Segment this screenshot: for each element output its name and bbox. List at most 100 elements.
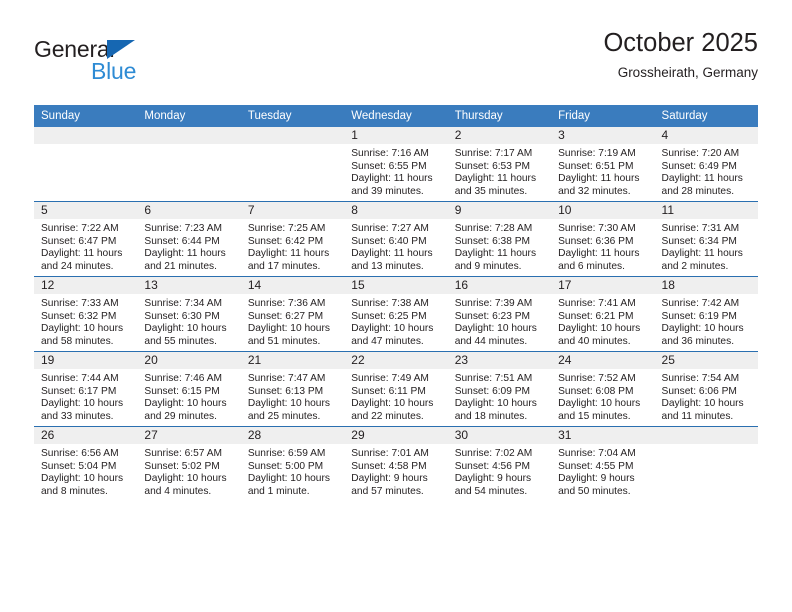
calendar-day-cell[interactable]: 5 Sunrise: 7:22 AM Sunset: 6:47 PM Daylight… [34, 201, 138, 277]
day-number: 27 [137, 427, 241, 444]
daylight-text-line1: Daylight: 10 hours [558, 398, 641, 410]
calendar-day-cell[interactable]: 20 Sunrise: 7:46 AM Sunset: 6:15 PM Dayligh… [137, 351, 241, 427]
daylight-text-line2: and 13 minutes. [351, 260, 424, 272]
day-cell-inner: 10 Sunrise: 7:30 AM Sunset: 6:36 PM Dayligh… [551, 202, 655, 276]
daylight-text-line1: Daylight: 11 hours [247, 248, 330, 260]
daylight-text-line1: Daylight: 11 hours [351, 248, 433, 260]
calendar-day-cell[interactable]: 14 Sunrise: 7:36 AM Sunset: 6:27 PM Dayligh… [240, 276, 345, 352]
calendar-day-cell[interactable]: 29 Sunrise: 7:01 AM Sunset: 4:58 PM Dayligh… [344, 426, 448, 501]
sunset-text: Sunset: 6:30 PM [144, 310, 220, 322]
day-cell-inner: 9 Sunrise: 7:28 AM Sunset: 6:38 PM Daylight… [447, 202, 552, 276]
calendar-day-cell[interactable]: 15 Sunrise: 7:38 AM Sunset: 6:25 PM Dayligh… [344, 276, 448, 352]
day-cell-inner: 19 Sunrise: 7:44 AM Sunset: 6:17 PM Dayligh… [34, 352, 138, 426]
weekday-header-sunday: Sunday [34, 105, 138, 127]
daylight-text-line2: and 22 minutes. [351, 410, 424, 422]
daylight-text-line2: and 35 minutes. [454, 185, 528, 197]
daylight-text-line1: Daylight: 10 hours [41, 473, 124, 485]
daylight-text-line2: and 11 minutes. [661, 410, 734, 422]
calendar-day-cell[interactable]: 18 Sunrise: 7:42 AM Sunset: 6:19 PM Dayligh… [654, 276, 758, 352]
calendar-day-cell[interactable]: 22 Sunrise: 7:49 AM Sunset: 6:11 PM Dayligh… [344, 351, 448, 427]
calendar-day-cell[interactable]: 21 Sunrise: 7:47 AM Sunset: 6:13 PM Dayligh… [240, 351, 345, 427]
calendar-day-cell[interactable]: 12 Sunrise: 7:33 AM Sunset: 6:32 PM Dayligh… [34, 276, 138, 352]
day-details: Sunrise: 7:51 AM Sunset: 6:09 PM Daylight:… [448, 369, 551, 423]
day-details: Sunrise: 7:49 AM Sunset: 6:11 PM Daylight:… [344, 369, 447, 423]
day-number: 25 [654, 352, 758, 369]
weekday-header-wednesday: Wednesday [344, 105, 448, 127]
calendar-day-cell[interactable]: 26 Sunrise: 6:56 AM Sunset: 5:04 PM Dayligh… [34, 426, 138, 501]
calendar-day-cell[interactable]: 8 Sunrise: 7:27 AM Sunset: 6:40 PM Daylight… [344, 201, 448, 277]
calendar-day-cell[interactable]: 16 Sunrise: 7:39 AM Sunset: 6:23 PM Dayligh… [447, 276, 552, 352]
calendar-day-cell[interactable]: 1 Sunrise: 7:16 AM Sunset: 6:55 PM Daylight… [344, 127, 448, 202]
day-cell-inner: 3 Sunrise: 7:19 AM Sunset: 6:51 PM Daylight… [551, 127, 655, 201]
calendar-day-cell[interactable]: 19 Sunrise: 7:44 AM Sunset: 6:17 PM Dayligh… [34, 351, 138, 427]
calendar-day-cell [34, 127, 138, 202]
day-cell-inner: 27 Sunrise: 6:57 AM Sunset: 5:02 PM Dayligh… [137, 427, 241, 501]
day-number: 24 [551, 352, 655, 369]
day-number: 29 [344, 427, 448, 444]
day-number: 22 [344, 352, 448, 369]
calendar-day-cell[interactable]: 25 Sunrise: 7:54 AM Sunset: 6:06 PM Dayligh… [654, 351, 758, 427]
sunrise-text: Sunrise: 7:33 AM [41, 298, 119, 309]
day-details: Sunrise: 7:28 AM Sunset: 6:38 PM Daylight:… [448, 219, 551, 273]
daylight-text-line1: Daylight: 11 hours [41, 248, 123, 260]
calendar-day-cell[interactable]: 11 Sunrise: 7:31 AM Sunset: 6:34 PM Dayligh… [654, 201, 758, 277]
day-details: Sunrise: 7:16 AM Sunset: 6:55 PM Daylight:… [344, 144, 447, 198]
calendar-day-cell[interactable]: 17 Sunrise: 7:41 AM Sunset: 6:21 PM Dayligh… [551, 276, 655, 352]
calendar-day-cell[interactable]: 7 Sunrise: 7:25 AM Sunset: 6:42 PM Daylight… [240, 201, 345, 277]
daylight-text-line1: Daylight: 10 hours [41, 398, 124, 410]
calendar-day-cell[interactable]: 28 Sunrise: 6:59 AM Sunset: 5:00 PM Dayligh… [240, 426, 345, 501]
daylight-text-line1: Daylight: 11 hours [558, 248, 640, 260]
calendar-day-cell[interactable]: 3 Sunrise: 7:19 AM Sunset: 6:51 PM Daylight… [551, 127, 655, 202]
daylight-text-line2: and 57 minutes. [351, 485, 424, 497]
sunrise-text: Sunrise: 7:51 AM [454, 373, 533, 384]
daylight-text-line1: Daylight: 11 hours [454, 173, 537, 185]
sunset-text: Sunset: 6:11 PM [351, 385, 426, 397]
day-details: Sunrise: 7:36 AM Sunset: 6:27 PM Daylight:… [241, 294, 344, 348]
daylight-text-line2: and 39 minutes. [351, 185, 424, 197]
sunset-text: Sunset: 6:08 PM [558, 385, 634, 397]
day-details: Sunrise: 6:57 AM Sunset: 5:02 PM Daylight:… [137, 444, 240, 498]
daylight-text-line1: Daylight: 10 hours [144, 398, 227, 410]
day-number: 31 [551, 427, 655, 444]
calendar-day-cell[interactable]: 30 Sunrise: 7:02 AM Sunset: 4:56 PM Dayligh… [447, 426, 552, 501]
day-cell-inner: 12 Sunrise: 7:33 AM Sunset: 6:32 PM Dayligh… [34, 277, 138, 351]
calendar-day-cell[interactable]: 24 Sunrise: 7:52 AM Sunset: 6:08 PM Dayligh… [551, 351, 655, 427]
day-number: 2 [447, 127, 552, 144]
day-number: 21 [240, 352, 345, 369]
calendar-day-cell[interactable]: 31 Sunrise: 7:04 AM Sunset: 4:55 PM Dayligh… [551, 426, 655, 501]
sunset-text: Sunset: 6:27 PM [247, 310, 324, 322]
day-cell-inner: 11 Sunrise: 7:31 AM Sunset: 6:34 PM Dayligh… [654, 202, 758, 276]
sunrise-text: Sunrise: 7:27 AM [351, 223, 429, 234]
calendar-day-cell[interactable]: 2 Sunrise: 7:17 AM Sunset: 6:53 PM Daylight… [447, 127, 552, 202]
day-cell-inner: 6 Sunrise: 7:23 AM Sunset: 6:44 PM Daylight… [137, 202, 241, 276]
calendar-body: 1 Sunrise: 7:16 AM Sunset: 6:55 PM Daylight… [34, 127, 758, 501]
day-cell-inner [34, 127, 138, 201]
sunrise-text: Sunrise: 7:36 AM [247, 298, 326, 309]
calendar-day-cell[interactable]: 13 Sunrise: 7:34 AM Sunset: 6:30 PM Dayligh… [137, 276, 241, 352]
day-cell-inner: 22 Sunrise: 7:49 AM Sunset: 6:11 PM Dayligh… [344, 352, 448, 426]
calendar-day-cell[interactable]: 9 Sunrise: 7:28 AM Sunset: 6:38 PM Daylight… [447, 201, 552, 277]
sunrise-text: Sunrise: 7:34 AM [144, 298, 223, 309]
calendar-day-cell[interactable]: 6 Sunrise: 7:23 AM Sunset: 6:44 PM Daylight… [137, 201, 241, 277]
sunrise-text: Sunrise: 7:19 AM [558, 148, 636, 159]
calendar-day-cell[interactable]: 27 Sunrise: 6:57 AM Sunset: 5:02 PM Dayligh… [137, 426, 241, 501]
day-number: 16 [447, 277, 552, 294]
calendar-week-row: 12 Sunrise: 7:33 AM Sunset: 6:32 PM Dayligh… [34, 276, 758, 352]
sunset-text: Sunset: 6:13 PM [247, 385, 324, 397]
sunset-text: Sunset: 6:36 PM [558, 235, 634, 247]
day-number [240, 127, 345, 144]
day-cell-inner: 16 Sunrise: 7:39 AM Sunset: 6:23 PM Dayligh… [447, 277, 552, 351]
calendar-day-cell[interactable]: 10 Sunrise: 7:30 AM Sunset: 6:36 PM Dayligh… [551, 201, 655, 277]
daylight-text-line2: and 6 minutes. [558, 260, 625, 272]
daylight-text-line1: Daylight: 10 hours [661, 398, 744, 410]
daylight-text-line1: Daylight: 11 hours [558, 173, 640, 185]
sunset-text: Sunset: 6:32 PM [41, 310, 117, 322]
calendar-week-row: 1 Sunrise: 7:16 AM Sunset: 6:55 PM Daylight… [34, 127, 758, 202]
calendar-day-cell[interactable]: 23 Sunrise: 7:51 AM Sunset: 6:09 PM Dayligh… [447, 351, 552, 427]
day-number: 14 [240, 277, 345, 294]
sunset-text: Sunset: 6:53 PM [454, 160, 531, 172]
day-number: 10 [551, 202, 655, 219]
calendar-day-cell[interactable]: 4 Sunrise: 7:20 AM Sunset: 6:49 PM Daylight… [654, 127, 758, 202]
sunrise-text: Sunrise: 7:28 AM [454, 223, 533, 234]
day-details: Sunrise: 7:44 AM Sunset: 6:17 PM Daylight:… [34, 369, 137, 423]
